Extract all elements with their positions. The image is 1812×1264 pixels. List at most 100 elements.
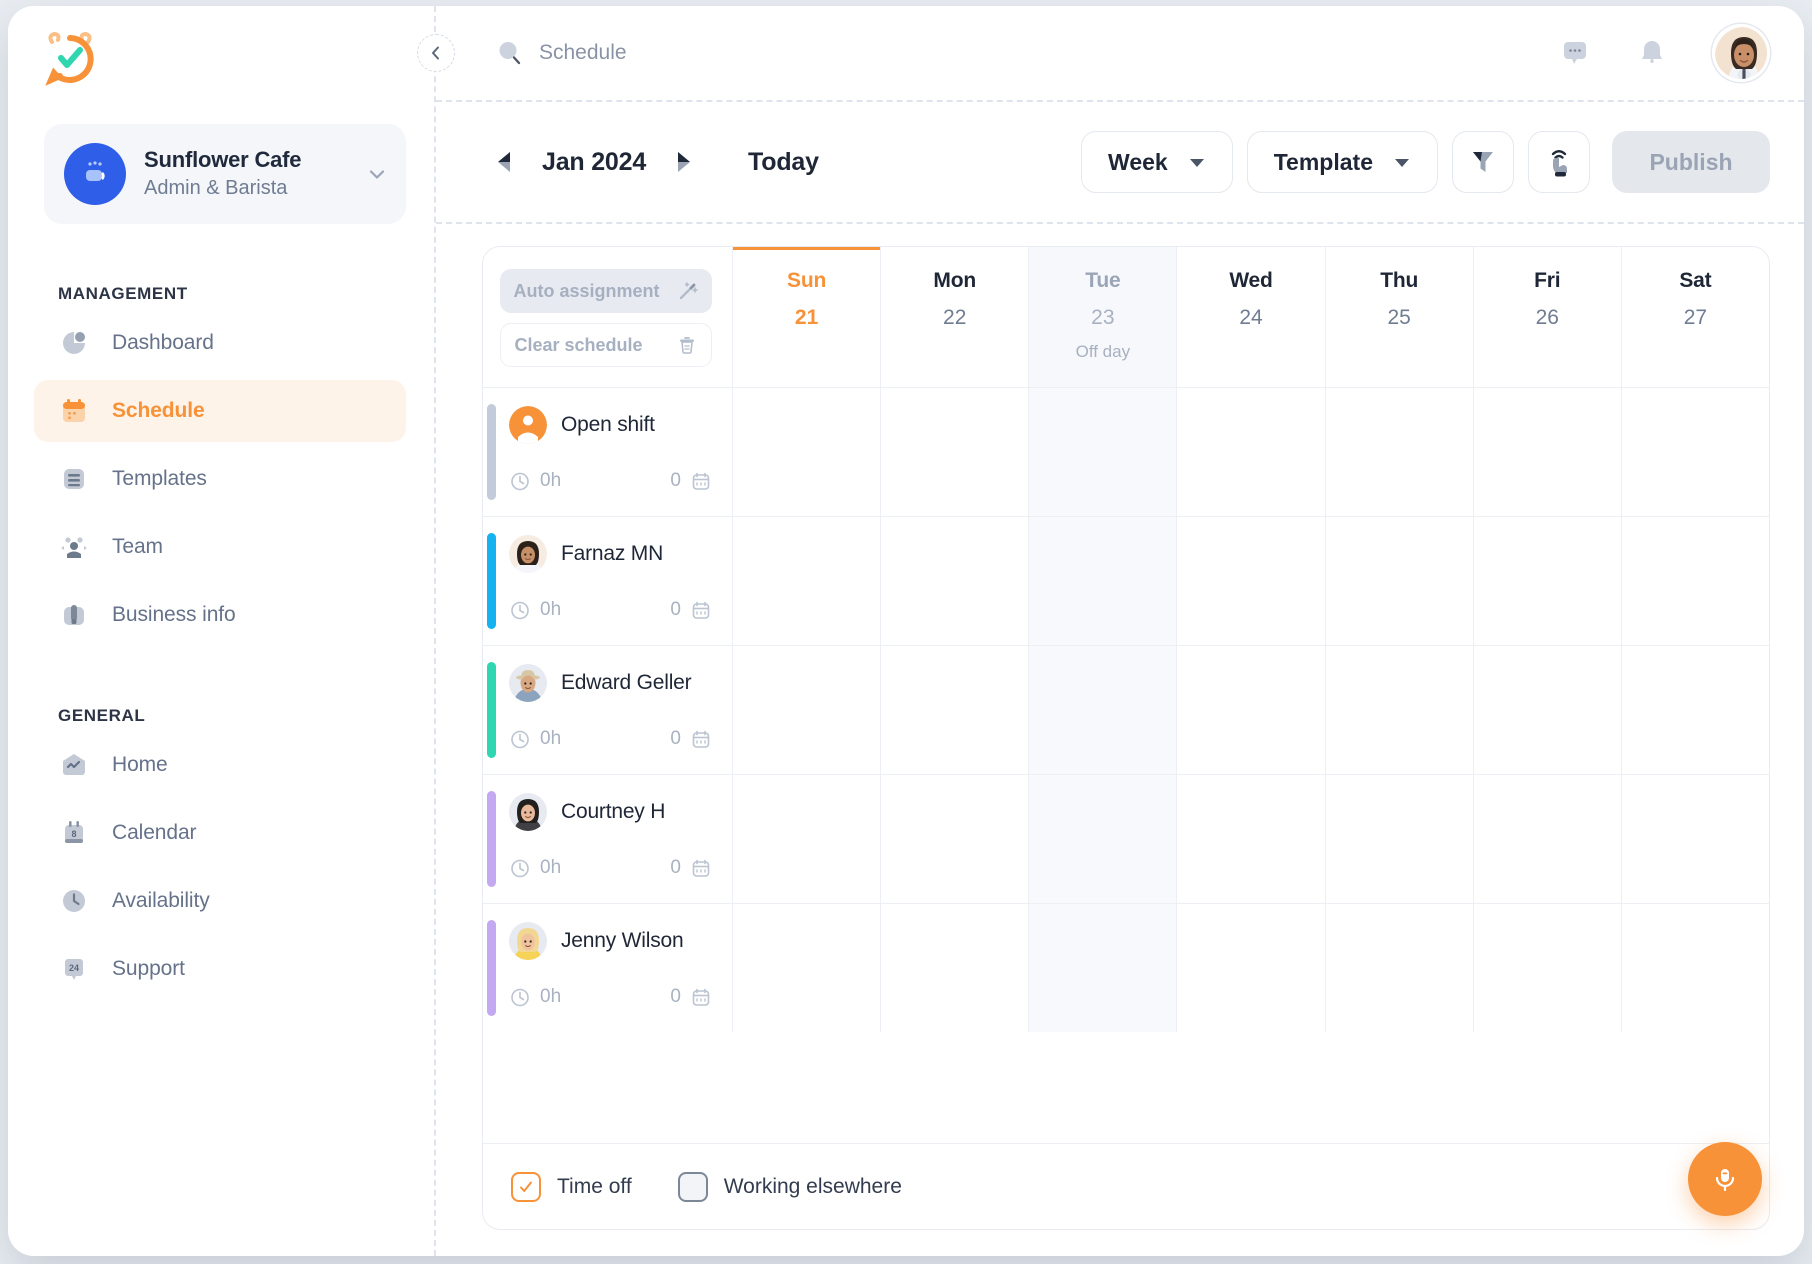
employee-cell[interactable]: Courtney H0h0 <box>483 775 733 903</box>
publish-button[interactable]: Publish <box>1612 131 1770 193</box>
schedule-slot-sat[interactable] <box>1622 646 1769 774</box>
sidebar-item-schedule[interactable]: Schedule <box>34 380 406 442</box>
schedule-slot-mon[interactable] <box>881 388 1029 516</box>
legend-label: Time off <box>557 1175 632 1199</box>
employee-name: Open shift <box>561 413 655 437</box>
view-select-week[interactable]: Week <box>1081 131 1233 193</box>
schedule-slot-sat[interactable] <box>1622 388 1769 516</box>
employee-cell[interactable]: Open shift0h0 <box>483 388 733 516</box>
sidebar-item-templates[interactable]: Templates <box>34 448 406 510</box>
schedule-slot-fri[interactable] <box>1474 388 1622 516</box>
sidebar-item-calendar[interactable]: 8 Calendar <box>34 802 406 864</box>
day-column-header-fri[interactable]: Fri26 <box>1474 247 1622 387</box>
schedule-slot-mon[interactable] <box>881 775 1029 903</box>
schedule-slot-tue[interactable] <box>1029 517 1177 645</box>
org-switcher[interactable]: Sunflower Cafe Admin & Barista <box>44 124 406 224</box>
avatar-courtney <box>509 793 547 831</box>
day-column-header-sun[interactable]: Sun21 <box>733 247 881 387</box>
notifications-button[interactable] <box>1636 37 1668 69</box>
calendar-8-icon: 8 <box>58 817 90 849</box>
day-column-header-sat[interactable]: Sat27 <box>1622 247 1769 387</box>
sidebar-item-label: Support <box>112 957 185 981</box>
search-input[interactable]: Schedule <box>495 38 1558 68</box>
schedule-slot-sun[interactable] <box>733 388 881 516</box>
schedule-slot-thu[interactable] <box>1326 388 1474 516</box>
avatar <box>509 535 547 573</box>
app-logo[interactable] <box>8 6 434 88</box>
schedule-slot-tue[interactable] <box>1029 388 1177 516</box>
schedule-actions-cell: Auto assignment Clear schedule <box>483 247 733 387</box>
employee-cell[interactable]: Edward Geller0h0 <box>483 646 733 774</box>
schedule-slot-fri[interactable] <box>1474 904 1622 1032</box>
schedule-slot-thu[interactable] <box>1326 904 1474 1032</box>
schedule-slot-sun[interactable] <box>733 646 881 774</box>
sidebar-item-label: Schedule <box>112 399 205 423</box>
sidebar-section-management: MANAGEMENT <box>8 284 434 304</box>
schedule-slot-wed[interactable] <box>1177 646 1325 774</box>
messages-button[interactable] <box>1558 36 1592 70</box>
schedule-slot-tue[interactable] <box>1029 775 1177 903</box>
schedule-slot-thu[interactable] <box>1326 517 1474 645</box>
filter-button[interactable] <box>1452 131 1514 193</box>
day-column-header-wed[interactable]: Wed24 <box>1177 247 1325 387</box>
schedule-slot-sun[interactable] <box>733 775 881 903</box>
schedule-slot-tue[interactable] <box>1029 904 1177 1032</box>
org-avatar <box>64 143 126 205</box>
sidebar-item-support[interactable]: 24 Support <box>34 938 406 1000</box>
schedule-slot-sat[interactable] <box>1622 904 1769 1032</box>
calendar-small-icon <box>690 470 712 492</box>
day-column-header-thu[interactable]: Thu25 <box>1326 247 1474 387</box>
schedule-slot-wed[interactable] <box>1177 775 1325 903</box>
clock-icon <box>509 470 531 492</box>
clock-icon <box>509 599 531 621</box>
user-avatar[interactable] <box>1712 24 1770 82</box>
legend-item-time-off[interactable]: Time off <box>511 1172 632 1202</box>
today-button[interactable]: Today <box>748 148 819 177</box>
sidebar-item-dashboard[interactable]: Dashboard <box>34 312 406 374</box>
sidebar-item-availability[interactable]: Availability <box>34 870 406 932</box>
chevron-down-icon[interactable] <box>366 163 388 185</box>
schedule-slot-thu[interactable] <box>1326 775 1474 903</box>
schedule-slot-sat[interactable] <box>1622 517 1769 645</box>
day-column-header-tue[interactable]: Tue23Off day <box>1029 247 1177 387</box>
clear-schedule-button[interactable]: Clear schedule <box>500 323 712 367</box>
org-name: Sunflower Cafe <box>144 146 348 175</box>
auto-assignment-label: Auto assignment <box>514 281 660 302</box>
schedule-slot-fri[interactable] <box>1474 646 1622 774</box>
schedule-slot-mon[interactable] <box>881 904 1029 1032</box>
tap-action-button[interactable] <box>1528 131 1590 193</box>
voice-assistant-button[interactable] <box>1688 1142 1762 1216</box>
support-24-icon: 24 <box>58 953 90 985</box>
employee-hours: 0h <box>540 599 561 621</box>
table-row: Open shift0h0 <box>483 387 1769 516</box>
schedule-slot-wed[interactable] <box>1177 388 1325 516</box>
schedule-slot-fri[interactable] <box>1474 517 1622 645</box>
sidebar-item-home[interactable]: Home <box>34 734 406 796</box>
employee-color-bar <box>487 533 496 629</box>
sidebar-section-general: GENERAL <box>8 706 434 726</box>
schedule-slot-wed[interactable] <box>1177 517 1325 645</box>
schedule-slot-thu[interactable] <box>1326 646 1474 774</box>
schedule-slot-fri[interactable] <box>1474 775 1622 903</box>
schedule-slot-wed[interactable] <box>1177 904 1325 1032</box>
sidebar-item-team[interactable]: Team <box>34 516 406 578</box>
day-of-week-label: Mon <box>933 269 976 293</box>
previous-period-button[interactable] <box>482 139 528 185</box>
schedule-slot-mon[interactable] <box>881 517 1029 645</box>
collapse-sidebar-button[interactable] <box>417 34 455 72</box>
schedule-slot-sun[interactable] <box>733 517 881 645</box>
schedule-slot-mon[interactable] <box>881 646 1029 774</box>
employee-cell[interactable]: Jenny Wilson0h0 <box>483 904 733 1032</box>
legend-item-working-elsewhere[interactable]: Working elsewhere <box>678 1172 902 1202</box>
schedule-slot-sun[interactable] <box>733 904 881 1032</box>
clock-icon <box>509 986 531 1008</box>
clear-schedule-label: Clear schedule <box>515 335 643 356</box>
day-column-header-mon[interactable]: Mon22 <box>881 247 1029 387</box>
next-period-button[interactable] <box>660 139 706 185</box>
auto-assignment-button[interactable]: Auto assignment <box>500 269 712 313</box>
schedule-slot-sat[interactable] <box>1622 775 1769 903</box>
template-select[interactable]: Template <box>1247 131 1438 193</box>
schedule-slot-tue[interactable] <box>1029 646 1177 774</box>
sidebar-item-business-info[interactable]: Business info <box>34 584 406 646</box>
employee-cell[interactable]: Farnaz MN0h0 <box>483 517 733 645</box>
